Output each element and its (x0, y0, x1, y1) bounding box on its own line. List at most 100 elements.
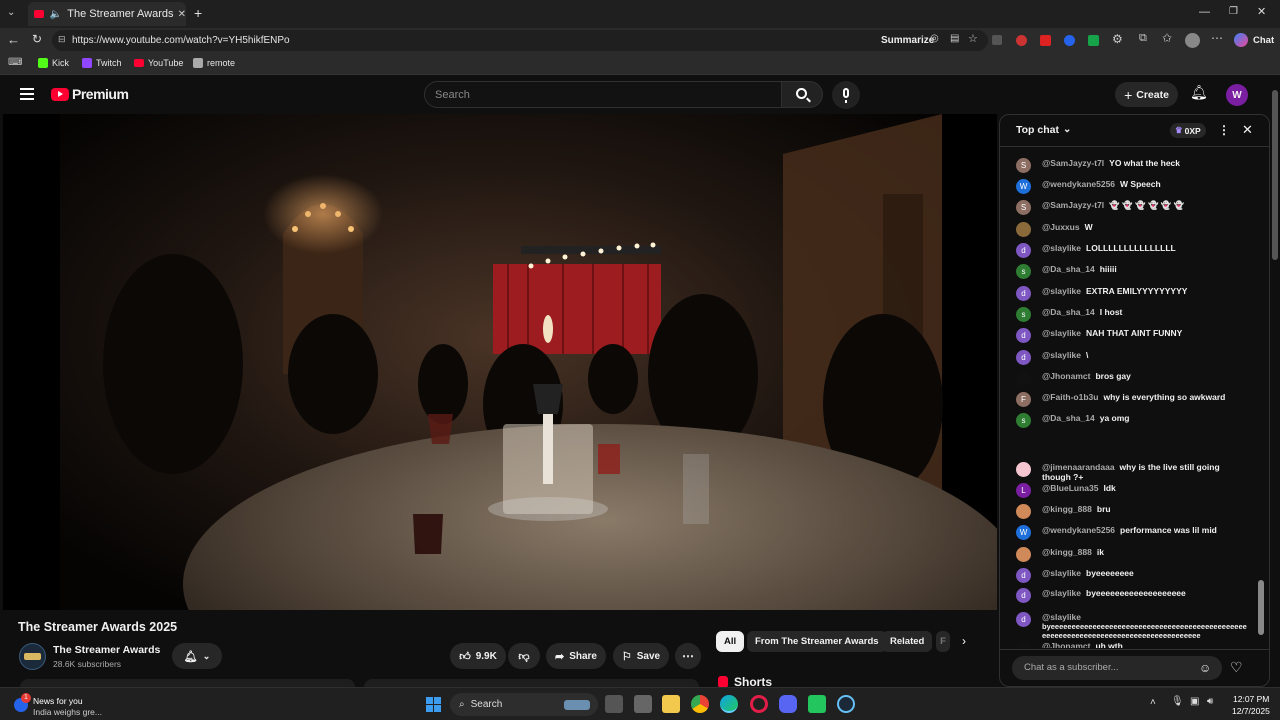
chat-author[interactable]: @slaylike (1042, 243, 1081, 253)
subscribed-notifications-button[interactable]: 🔔︎ ⌄ (172, 643, 222, 669)
chat-scrollbar[interactable] (1258, 148, 1264, 648)
chat-input[interactable]: Chat as a subscriber... (1012, 656, 1222, 680)
chat-avatar[interactable]: F (1016, 392, 1031, 407)
profile-icon[interactable] (1185, 33, 1200, 48)
chat-message[interactable]: s @Da_sha_14 I host (1016, 307, 1247, 322)
copilot-icon[interactable] (1234, 33, 1248, 47)
chip-from-channel[interactable]: From The Streamer Awards (747, 631, 887, 652)
chat-mode-selector[interactable]: Top chat ⌄ (1016, 124, 1071, 136)
file-explorer-icon[interactable] (662, 695, 680, 713)
steam-icon[interactable] (837, 695, 855, 713)
clock-date[interactable]: 12/7/2025 (1232, 706, 1270, 716)
chat-avatar[interactable]: W (1016, 179, 1031, 194)
extension-1-icon[interactable] (992, 35, 1002, 45)
chat-close-icon[interactable]: ✕ (1242, 122, 1253, 138)
discord-icon[interactable] (779, 695, 797, 713)
chip-all[interactable]: All (716, 631, 745, 652)
chat-author[interactable]: @BlueLuna35 (1042, 483, 1098, 493)
tray-volume-icon[interactable]: 🔊︎ (1207, 696, 1213, 707)
minimize-icon[interactable]: — (1199, 6, 1210, 18)
chat-avatar[interactable] (1016, 504, 1031, 519)
chips-next-icon[interactable]: › (962, 634, 966, 648)
speaker-icon[interactable]: 🔈 (50, 9, 62, 20)
chat-message[interactable]: d @slaylike NAH THAT AINT FUNNY (1016, 328, 1247, 343)
chat-avatar[interactable]: d (1016, 328, 1031, 343)
save-button[interactable]: ⚐ Save (613, 643, 669, 669)
channel-avatar[interactable] (19, 643, 46, 670)
chat-message[interactable]: @kingg_888 bru (1016, 504, 1247, 519)
bookmark-twitch[interactable]: Twitch (82, 58, 122, 68)
chat-author[interactable]: @slaylike (1042, 612, 1081, 622)
tray-mic-icon[interactable]: 🎙︎ (1171, 696, 1184, 707)
dislike-button[interactable]: 👎︎ (508, 643, 540, 669)
clock-time[interactable]: 12:07 PM (1233, 694, 1269, 704)
xp-badge[interactable]: ♛ 0XP (1170, 123, 1206, 138)
share-button[interactable]: ➦ Share (546, 643, 606, 669)
chat-message[interactable]: s @Da_sha_14 ya omg (1016, 413, 1247, 428)
chat-avatar[interactable]: d (1016, 350, 1031, 365)
chat-author[interactable]: @Juxxus (1042, 222, 1080, 232)
page-scrollbar[interactable] (1270, 76, 1280, 687)
back-icon[interactable]: ← (7, 32, 20, 47)
chat-avatar[interactable]: s (1016, 413, 1031, 428)
window-close-icon[interactable]: ✕ (1257, 5, 1266, 18)
chat-avatar[interactable]: d (1016, 612, 1031, 627)
taskbar-search[interactable]: ⌕ Search (450, 693, 598, 716)
chip-related[interactable]: Related (882, 631, 933, 652)
summarize-icon[interactable]: ◎ (930, 33, 939, 44)
extension-2-icon[interactable] (1016, 35, 1027, 46)
chat-message[interactable]: d @slaylike EXTRA EMILYYYYYYYYY (1016, 286, 1247, 301)
chat-avatar[interactable]: W (1016, 525, 1031, 540)
emoji-icon[interactable]: ☺ (1199, 661, 1211, 675)
more-options-icon[interactable]: ⋯ (1211, 31, 1223, 45)
chat-avatar[interactable] (1016, 641, 1031, 648)
chat-author[interactable]: @wendykane5256 (1042, 179, 1115, 189)
search-button[interactable] (781, 81, 823, 108)
chat-author[interactable]: @slaylike (1042, 568, 1081, 578)
widgets-icon[interactable] (634, 695, 652, 713)
chat-author[interactable]: @Jhonamct (1042, 371, 1090, 381)
chat-author[interactable]: @slaylike (1042, 286, 1081, 296)
extension-5-icon[interactable] (1088, 35, 1099, 46)
edge-icon[interactable] (720, 695, 738, 713)
chip-partial[interactable]: F (936, 631, 950, 652)
maximize-icon[interactable]: ❐ (1229, 6, 1238, 17)
bookmark-kick[interactable]: Kick (38, 58, 69, 68)
bookmark-folder-icon[interactable]: ⌨ (8, 57, 22, 68)
chrome-icon[interactable] (691, 695, 709, 713)
browser-tab[interactable]: 🔈 The Streamer Awards 2025 - Y ✕ (28, 2, 186, 26)
chat-more-icon[interactable]: ⋮ (1218, 123, 1230, 137)
site-info-icon[interactable]: ⊟ (58, 34, 66, 45)
chat-message[interactable]: s @Da_sha_14 hiiiii (1016, 264, 1247, 279)
chat-message[interactable]: S @SamJayzy-t7l 👻 👻 👻 👻 👻 👻 (1016, 200, 1247, 215)
chat-author[interactable]: @Da_sha_14 (1042, 264, 1095, 274)
like-button[interactable]: 👍︎ 9.9K (450, 643, 506, 669)
chat-author[interactable]: @kingg_888 (1042, 504, 1092, 514)
chat-message[interactable]: d @slaylike byeeeeeeeeeeeeeeeeeee (1016, 588, 1247, 603)
chat-message[interactable]: S @SamJayzy-t7l YO what the heck (1016, 158, 1247, 173)
video-player[interactable] (3, 114, 997, 610)
extension-4-icon[interactable] (1064, 35, 1075, 46)
address-field[interactable]: ⊟ https://www.youtube.com/watch?v=YH5hik… (52, 30, 988, 51)
chat-author[interactable]: @kingg_888 (1042, 547, 1092, 557)
app-green-icon[interactable] (808, 695, 826, 713)
channel-name[interactable]: The Streamer Awards (53, 644, 160, 656)
bookmark-remote[interactable]: remote (193, 58, 235, 68)
chat-avatar[interactable] (1016, 222, 1031, 237)
chat-author[interactable]: @wendykane5256 (1042, 525, 1115, 535)
tab-close-icon[interactable]: ✕ (178, 9, 186, 20)
chat-avatar[interactable]: S (1016, 200, 1031, 215)
chat-avatar[interactable] (1016, 547, 1031, 562)
chat-avatar[interactable]: s (1016, 264, 1031, 279)
start-button[interactable] (426, 697, 441, 712)
chat-avatar[interactable]: S (1016, 158, 1031, 173)
favorite-star-icon[interactable]: ☆ (968, 32, 978, 45)
bookmark-youtube[interactable]: YouTube (134, 58, 183, 68)
chat-message[interactable]: d @slaylike byeeeeeeee (1016, 568, 1247, 583)
extensions-puzzle-icon[interactable]: ⚙ (1112, 32, 1123, 46)
notifications-bell-icon[interactable]: 🔔︎ (1190, 84, 1208, 101)
opera-icon[interactable] (750, 695, 768, 713)
chat-message[interactable]: @kingg_888 ik (1016, 547, 1247, 562)
chat-avatar[interactable]: L (1016, 483, 1031, 498)
chat-avatar[interactable]: d (1016, 286, 1031, 301)
